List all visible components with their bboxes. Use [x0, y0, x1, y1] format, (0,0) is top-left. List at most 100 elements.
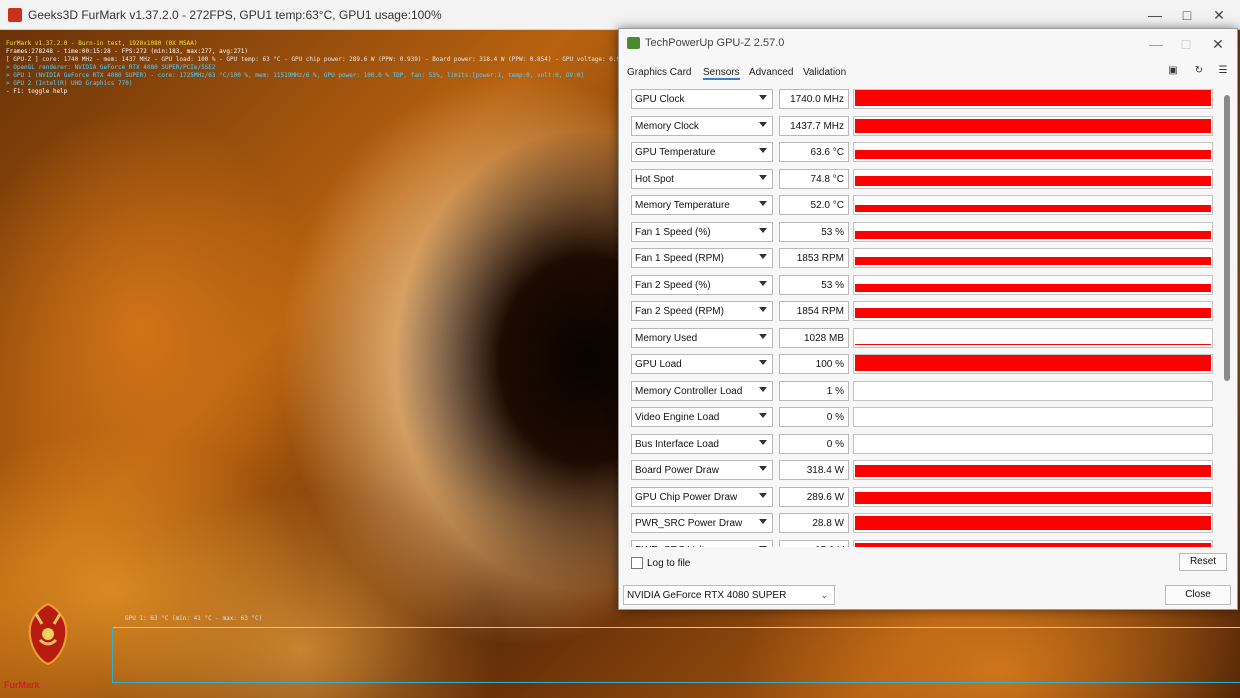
sensor-name-dropdown[interactable]: Memory Clock	[631, 116, 773, 136]
furmark-logo-icon	[28, 602, 68, 666]
sensor-name-dropdown[interactable]: GPU Chip Power Draw	[631, 487, 773, 507]
sensor-row: Video Engine Load 0 %	[629, 405, 1215, 429]
sensor-name-dropdown[interactable]: Memory Controller Load	[631, 381, 773, 401]
sensor-row: GPU Load 100 %	[629, 352, 1215, 376]
sensor-value-box: 15.1 V	[779, 540, 849, 547]
sensor-name-dropdown[interactable]: GPU Clock	[631, 89, 773, 109]
caret-down-icon	[759, 175, 767, 180]
menu-icon[interactable]: ☰	[1217, 65, 1229, 77]
sensor-row: PWR_SRC Voltage 15.1 V	[629, 538, 1215, 547]
sensor-graph-fill	[855, 150, 1211, 159]
maximize-icon[interactable]: □	[1171, 33, 1201, 55]
sensor-name-dropdown[interactable]: Fan 1 Speed (RPM)	[631, 248, 773, 268]
sensor-graph-fill	[855, 344, 1211, 345]
refresh-icon[interactable]: ↻	[1193, 65, 1205, 77]
camera-icon[interactable]: ▣	[1167, 65, 1179, 77]
minimize-icon[interactable]: —	[1140, 4, 1170, 26]
reset-button[interactable]: Reset	[1179, 553, 1227, 571]
gpuz-titlebar[interactable]: TechPowerUp GPU-Z 2.57.0 — □ ✕	[619, 29, 1237, 57]
caret-down-icon	[759, 413, 767, 418]
sensor-row: Board Power Draw 318.4 W	[629, 458, 1215, 482]
sensor-row: Fan 2 Speed (%) 53 %	[629, 273, 1215, 297]
sensor-graph	[853, 540, 1213, 547]
caret-down-icon	[759, 201, 767, 206]
tab-validation[interactable]: Validation	[803, 67, 846, 78]
sensor-value: 1740.0 MHz	[790, 94, 844, 105]
sensor-name-dropdown[interactable]: Fan 1 Speed (%)	[631, 222, 773, 242]
sensor-name: PWR_SRC Power Draw	[635, 518, 743, 529]
sensor-name-dropdown[interactable]: Fan 2 Speed (%)	[631, 275, 773, 295]
sensor-graph-fill	[855, 465, 1211, 477]
sensor-row: Hot Spot 74.8 °C	[629, 167, 1215, 191]
sensor-value: 52.0 °C	[810, 200, 844, 211]
sensor-value-box: 28.8 W	[779, 513, 849, 533]
sensor-list-scrollbar[interactable]	[1224, 95, 1230, 381]
sensor-value: 1437.7 MHz	[790, 121, 844, 132]
graph-label: GPU 1: 63 °C (min: 41 °C - max: 63 °C)	[125, 615, 263, 622]
sensor-graph	[853, 354, 1213, 374]
close-icon[interactable]: ✕	[1203, 33, 1233, 55]
sensor-value: 1854 RPM	[796, 306, 844, 317]
sensor-value: 74.8 °C	[810, 174, 844, 185]
sensor-name-dropdown[interactable]: GPU Load	[631, 354, 773, 374]
sensor-name-dropdown[interactable]: Bus Interface Load	[631, 434, 773, 454]
sensor-name-dropdown[interactable]: PWR_SRC Power Draw	[631, 513, 773, 533]
sensor-graph	[853, 434, 1213, 454]
device-select-value: NVIDIA GeForce RTX 4080 SUPER	[627, 590, 787, 601]
tab-advanced[interactable]: Advanced	[749, 67, 793, 78]
device-select[interactable]: NVIDIA GeForce RTX 4080 SUPER ⌄	[623, 585, 835, 605]
furmark-app-icon	[8, 8, 22, 22]
sensor-value-box: 0 %	[779, 434, 849, 454]
caret-down-icon	[759, 546, 767, 547]
sensor-value-box: 53 %	[779, 222, 849, 242]
sensor-row: GPU Clock 1740.0 MHz	[629, 87, 1215, 111]
sensor-name: Bus Interface Load	[635, 439, 719, 450]
sensor-name: Memory Controller Load	[635, 386, 743, 397]
tab-sensors[interactable]: Sensors	[703, 67, 740, 80]
caret-down-icon	[759, 387, 767, 392]
log-to-file-checkbox[interactable]	[631, 557, 643, 569]
sensor-graph-fill	[855, 205, 1211, 212]
sensor-value: 1028 MB	[803, 333, 844, 344]
sensor-name-dropdown[interactable]: Board Power Draw	[631, 460, 773, 480]
sensor-name-dropdown[interactable]: PWR_SRC Voltage	[631, 540, 773, 547]
close-button[interactable]: Close	[1165, 585, 1231, 605]
sensor-graph-fill	[855, 231, 1211, 239]
minimize-icon[interactable]: —	[1141, 33, 1171, 55]
sensor-name: Hot Spot	[635, 174, 674, 185]
sensor-name: Fan 1 Speed (%)	[635, 227, 711, 238]
sensor-name-dropdown[interactable]: Memory Used	[631, 328, 773, 348]
sensor-name-dropdown[interactable]: Memory Temperature	[631, 195, 773, 215]
sensor-value: 1 %	[826, 386, 844, 397]
sensor-value-box: 289.6 W	[779, 487, 849, 507]
sensor-graph	[853, 116, 1213, 136]
sensor-value-box: 52.0 °C	[779, 195, 849, 215]
sensor-graph-fill	[855, 543, 1211, 547]
sensor-name-dropdown[interactable]: Hot Spot	[631, 169, 773, 189]
sensor-name: GPU Load	[635, 359, 682, 370]
furmark-logo-text: FurMark	[4, 680, 40, 690]
caret-down-icon	[759, 334, 767, 339]
sensor-graph	[853, 460, 1213, 480]
sensor-graph	[853, 248, 1213, 268]
maximize-icon[interactable]: □	[1172, 4, 1202, 26]
furmark-window-title: Geeks3D FurMark v1.37.2.0 - 272FPS, GPU1…	[28, 8, 442, 22]
sensor-value: 0 %	[826, 439, 844, 450]
sensor-name-dropdown[interactable]: GPU Temperature	[631, 142, 773, 162]
log-to-file-label: Log to file	[647, 558, 691, 569]
gpuz-window-title: TechPowerUp GPU-Z 2.57.0	[645, 37, 785, 49]
tab-graphics-card[interactable]: Graphics Card	[627, 67, 691, 78]
close-icon[interactable]: ✕	[1204, 4, 1234, 26]
sensor-name-dropdown[interactable]: Fan 2 Speed (RPM)	[631, 301, 773, 321]
sensor-name: Memory Temperature	[635, 200, 730, 211]
sensor-name: Board Power Draw	[635, 465, 719, 476]
sensor-value-box: 63.6 °C	[779, 142, 849, 162]
sensor-row: PWR_SRC Power Draw 28.8 W	[629, 511, 1215, 535]
sensor-graph	[853, 381, 1213, 401]
sensor-value-box: 1853 RPM	[779, 248, 849, 268]
sensor-name-dropdown[interactable]: Video Engine Load	[631, 407, 773, 427]
caret-down-icon	[759, 281, 767, 286]
furmark-titlebar[interactable]: Geeks3D FurMark v1.37.2.0 - 272FPS, GPU1…	[0, 0, 1240, 30]
sensor-value: 318.4 W	[806, 465, 844, 476]
sensor-name: Video Engine Load	[635, 412, 720, 423]
